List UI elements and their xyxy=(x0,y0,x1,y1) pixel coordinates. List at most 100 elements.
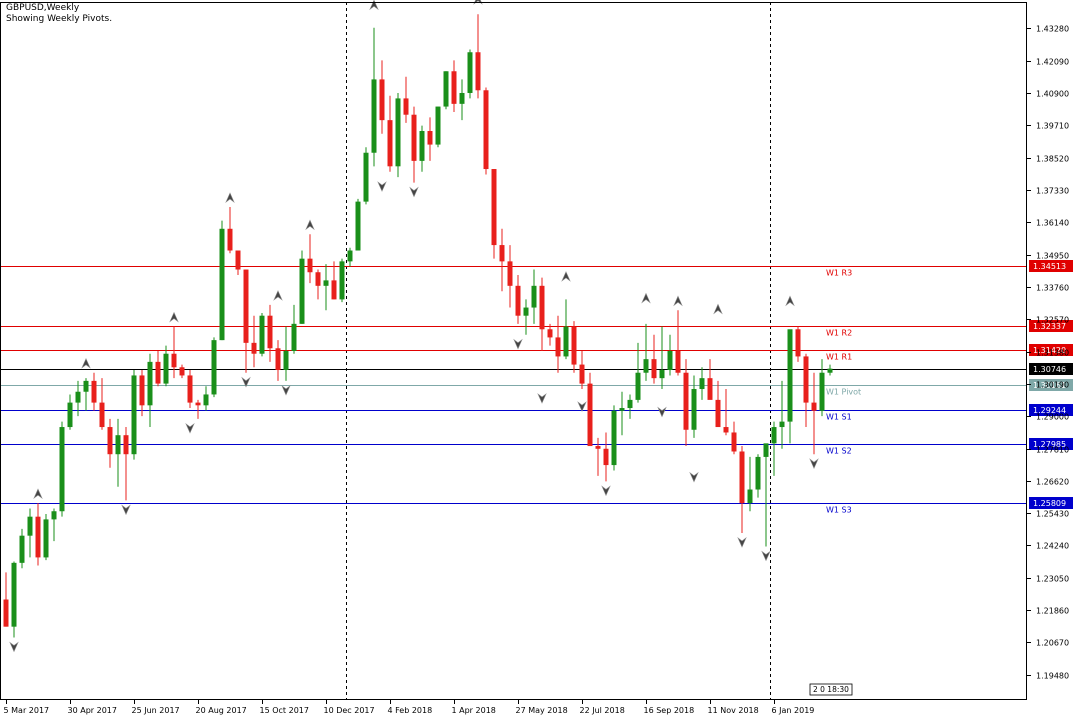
arrow-up-icon xyxy=(225,192,235,203)
candle-body xyxy=(811,402,817,411)
y-tick-label: 1.19480 xyxy=(1036,672,1069,681)
candle-body xyxy=(819,372,825,411)
candle-body xyxy=(27,516,33,536)
arrow-down-icon xyxy=(377,181,387,192)
candle-body xyxy=(283,351,289,371)
candle-body xyxy=(155,361,161,384)
arrow-up-icon xyxy=(713,303,723,315)
arrow-up-icon xyxy=(81,357,91,369)
chart-subtitle: Showing Weekly Pivots. xyxy=(6,14,113,24)
y-tick-label: 1.30190 xyxy=(1036,381,1069,390)
candle-body xyxy=(163,353,169,384)
x-tick-label: 10 Dec 2017 xyxy=(324,706,375,715)
y-tick-label: 1.42090 xyxy=(1036,58,1069,67)
candle-body xyxy=(219,228,225,341)
chart-area[interactable]: W1 R3 W1 R2 W1 R1 W1 Pivot W1 S1 W1 S2 W1 S3 1.… xyxy=(0,0,1080,720)
candle-body xyxy=(443,71,449,107)
candle-body xyxy=(243,269,249,343)
candle-body xyxy=(515,285,521,316)
y-tick-label: 1.26620 xyxy=(1036,478,1069,487)
x-tick-label: 20 Aug 2017 xyxy=(196,706,247,715)
y-tick-label: 1.21860 xyxy=(1036,607,1069,616)
x-tick-label: 11 Nov 2018 xyxy=(708,706,759,715)
y-tick-label: 1.36140 xyxy=(1036,219,1069,228)
pivot-line-label: W1 S1 xyxy=(826,413,852,422)
candle-body xyxy=(491,169,497,246)
arrow-down-icon xyxy=(601,485,611,497)
candle-body xyxy=(451,71,457,104)
candle-body xyxy=(707,378,713,400)
candle-body xyxy=(363,152,369,202)
candle-body xyxy=(171,353,177,368)
candle-body xyxy=(19,535,25,563)
candle-body xyxy=(779,421,785,428)
candle-body xyxy=(539,285,545,330)
candle-body xyxy=(323,280,329,286)
candle-body xyxy=(763,443,769,457)
arrow-up-icon xyxy=(561,271,571,282)
y-tick-label: 1.23050 xyxy=(1036,575,1069,584)
y-tick-label: 1.37330 xyxy=(1036,187,1069,196)
candle-body xyxy=(411,114,417,161)
candle-body xyxy=(275,348,281,371)
candle-body xyxy=(523,307,529,316)
candle-body xyxy=(595,446,601,449)
candle-body xyxy=(651,359,657,379)
candle-body xyxy=(531,285,537,308)
y-tick-label: 1.29000 xyxy=(1036,413,1069,422)
pivot-line-label: W1 S3 xyxy=(826,506,852,515)
candle-body xyxy=(115,435,121,455)
arrow-down-icon xyxy=(513,338,523,350)
y-tick-label: 1.34950 xyxy=(1036,252,1069,261)
candle-body xyxy=(67,402,73,428)
y-tick-label: 1.38520 xyxy=(1036,155,1069,164)
arrow-up-icon xyxy=(473,0,483,5)
pivot-line-label: W1 Pivot xyxy=(826,388,861,397)
x-tick-label: 22 Jul 2018 xyxy=(580,706,625,715)
pivot-line-label: W1 S2 xyxy=(826,447,852,456)
arrow-down-icon xyxy=(9,641,19,653)
x-tick-label: 4 Feb 2018 xyxy=(388,706,433,715)
y-tick-label: 1.32570 xyxy=(1036,316,1069,325)
candle-body xyxy=(195,402,201,406)
candle-body xyxy=(227,228,233,251)
candle-body xyxy=(755,456,761,490)
candle-body xyxy=(507,261,513,286)
candle-body xyxy=(371,79,377,153)
candle-body xyxy=(483,90,489,170)
arrow-down-icon xyxy=(537,393,547,404)
candle-body xyxy=(355,201,361,251)
candle-body xyxy=(419,131,425,161)
candlestick-chart[interactable]: W1 R3 W1 R2 W1 R1 W1 Pivot W1 S1 W1 S2 W1 S3 1.… xyxy=(0,0,1080,720)
candle-body xyxy=(395,98,401,167)
candle-body xyxy=(435,106,441,145)
candle-body xyxy=(787,329,793,422)
candle-body xyxy=(51,511,57,520)
candle-body xyxy=(99,402,105,428)
candle-body xyxy=(59,427,65,512)
candle-body xyxy=(803,356,809,403)
arrow-up-icon xyxy=(673,295,683,307)
candle-body xyxy=(267,315,273,349)
candle-body xyxy=(827,368,833,373)
candle-body xyxy=(91,380,97,403)
x-tick-label: 5 Mar 2017 xyxy=(4,706,50,715)
y-tick-label: 1.40900 xyxy=(1036,90,1069,99)
candle-body xyxy=(3,599,9,627)
candle-body xyxy=(563,326,569,357)
candle-body xyxy=(11,562,17,627)
candle-body xyxy=(403,98,409,115)
candle-body xyxy=(795,329,801,357)
chart-title: GBPUSD,Weekly xyxy=(6,3,80,13)
candle-body xyxy=(35,516,41,558)
candle-body xyxy=(699,378,705,390)
y-tick-label: 1.31380 xyxy=(1036,349,1069,358)
y-tick-label: 1.43280 xyxy=(1036,25,1069,34)
pivot-price-tag: 1.34513 xyxy=(1033,262,1066,271)
candle-body xyxy=(75,391,81,403)
pivot-line-label: W1 R2 xyxy=(826,329,852,338)
candle-body xyxy=(675,351,681,373)
candle-body xyxy=(107,427,113,455)
y-tick-label: 1.20670 xyxy=(1036,639,1069,648)
x-tick-label: 30 Apr 2017 xyxy=(68,706,117,715)
